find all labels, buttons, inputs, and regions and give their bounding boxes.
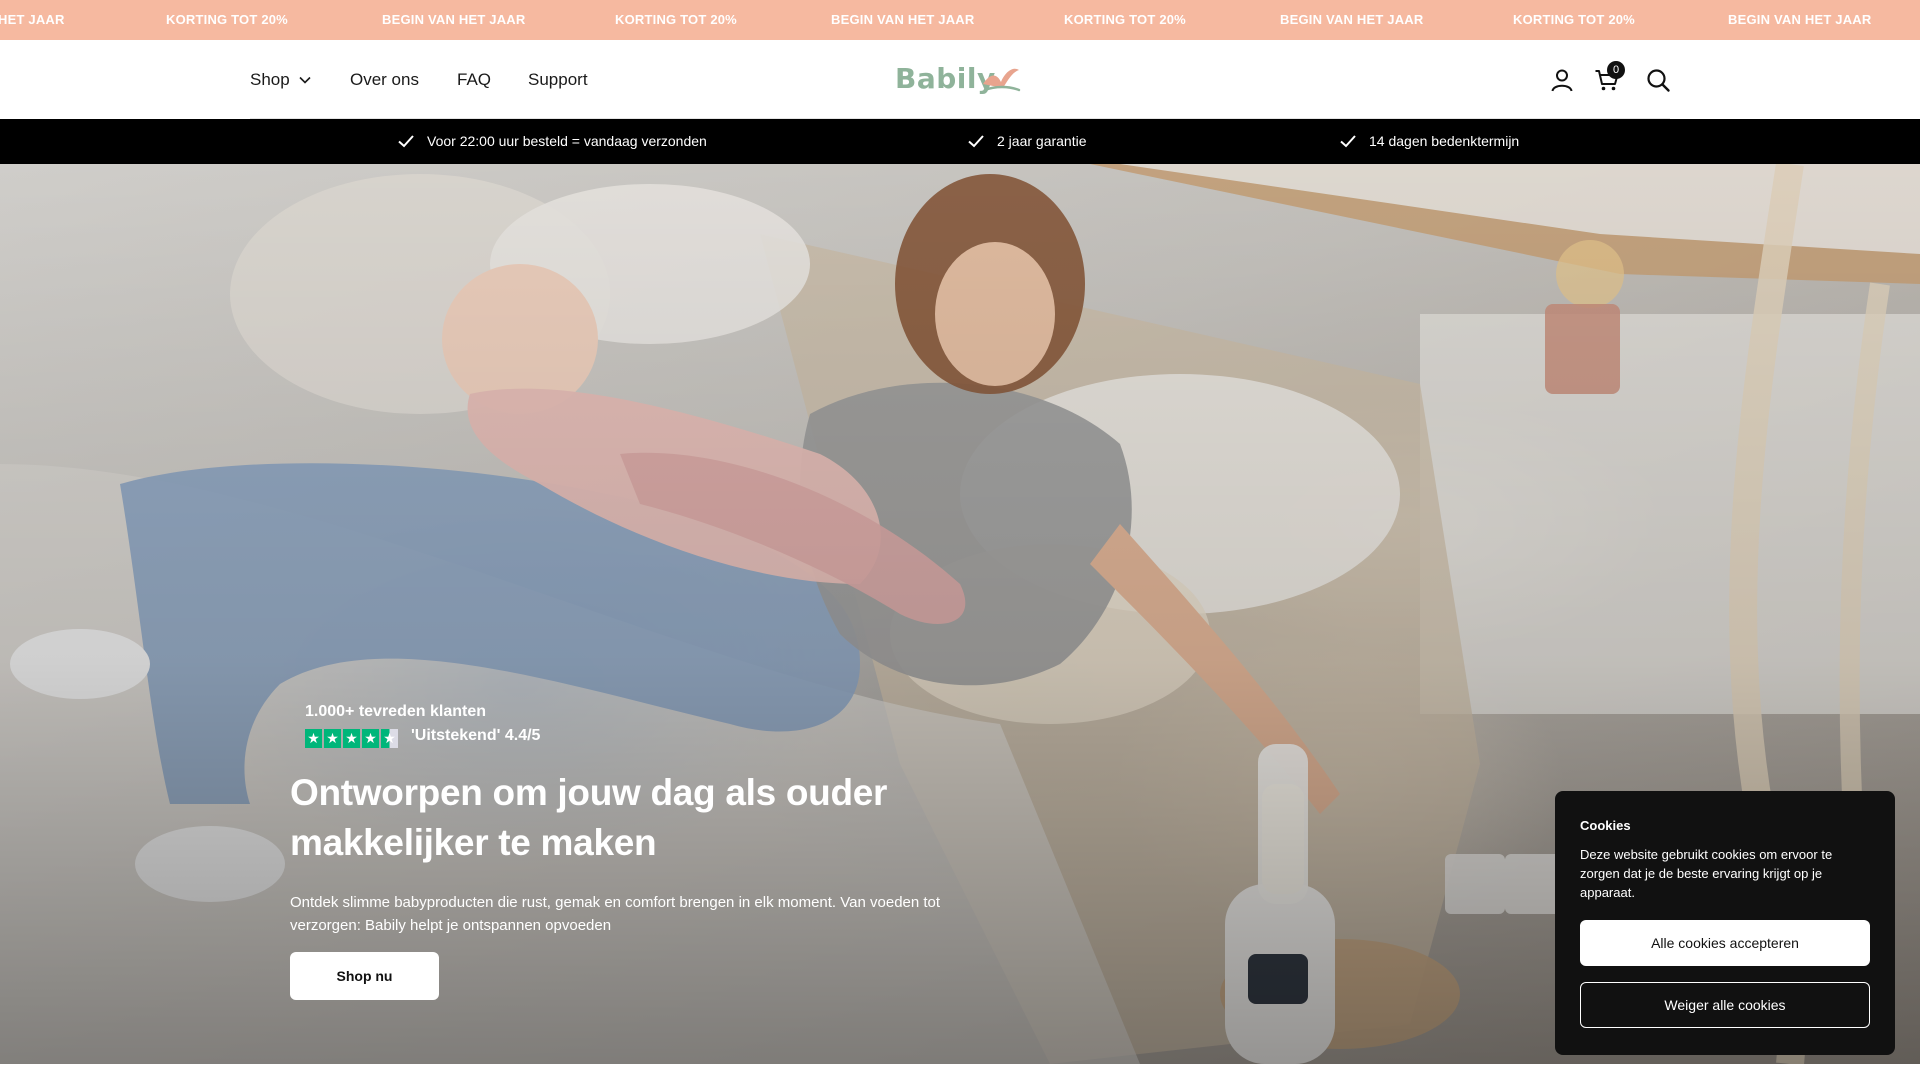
usp-label: 2 jaar garantie: [997, 133, 1087, 149]
cookie-consent-panel: Cookies Deze website gebruikt cookies om…: [1555, 791, 1895, 1055]
usp-item: Voor 22:00 uur besteld = vandaag verzond…: [398, 133, 707, 149]
cookie-description: Deze website gebruikt cookies om ervoor …: [1580, 847, 1833, 900]
check-icon: [398, 135, 414, 148]
account-icon[interactable]: [1549, 67, 1575, 93]
star-icon: ★: [343, 729, 360, 748]
usp-label: 14 dagen bedenktermijn: [1369, 133, 1520, 149]
nav-support[interactable]: Support: [528, 70, 588, 90]
shop-now-button[interactable]: Shop nu: [290, 952, 439, 1000]
search-icon[interactable]: [1645, 67, 1671, 93]
star-icon: ★: [324, 729, 341, 748]
announcement-item: BEGIN VAN HET JAAR: [382, 12, 526, 27]
logo-bird-icon: [983, 68, 1021, 92]
hero-title: Ontworpen om jouw dag als ouder makkelij…: [290, 772, 888, 863]
reject-cookies-button[interactable]: Weiger alle cookies: [1580, 982, 1870, 1028]
announcement-item: BEGIN VAN HET JAAR: [831, 12, 975, 27]
nav-shop[interactable]: Shop: [250, 70, 290, 90]
cookie-title: Cookies: [1580, 818, 1631, 833]
babily-logo[interactable]: Babily: [895, 60, 1025, 100]
announcement-item: KORTING TOT 20%: [1064, 12, 1186, 27]
announcement-item: BEGIN VAN HET JAAR: [1728, 12, 1872, 27]
accept-cookies-button[interactable]: Alle cookies accepteren: [1580, 920, 1870, 966]
nav-faq[interactable]: FAQ: [457, 70, 491, 90]
announcement-bar: HET JAAR KORTING TOT 20% BEGIN VAN HET J…: [0, 0, 1920, 40]
announcement-item: KORTING TOT 20%: [166, 12, 288, 27]
usp-item: 14 dagen bedenktermijn: [1340, 133, 1520, 149]
cart-count-badge: 0: [1607, 61, 1625, 79]
announcement-item: BEGIN VAN HET JAAR: [1280, 12, 1424, 27]
hero-subtitle: Ontdek slimme babyproducten die rust, ge…: [290, 894, 941, 934]
check-icon: [968, 135, 984, 148]
rating-score: 'Uitstekend' 4.4/5: [411, 727, 541, 744]
chevron-down-icon[interactable]: [298, 73, 312, 87]
usp-label: Voor 22:00 uur besteld = vandaag verzond…: [427, 133, 707, 149]
site-header: Shop Over ons FAQ Support Babily 0: [0, 40, 1920, 119]
star-icon: ★: [305, 729, 322, 748]
usp-item: 2 jaar garantie: [968, 133, 1087, 149]
announcement-item: HET JAAR: [0, 12, 65, 27]
announcement-item: KORTING TOT 20%: [615, 12, 737, 27]
announcement-item: KORTING TOT 20%: [1513, 12, 1635, 27]
rating-title: 1.000+ tevreden klanten: [305, 703, 486, 720]
trustpilot-stars: ★ ★ ★ ★ ★: [305, 729, 398, 748]
star-icon: ★: [362, 729, 379, 748]
check-icon: [1340, 135, 1356, 148]
nav-about[interactable]: Over ons: [350, 70, 419, 90]
usp-bar: Voor 22:00 uur besteld = vandaag verzond…: [0, 119, 1920, 164]
star-icon: ★: [381, 729, 398, 748]
